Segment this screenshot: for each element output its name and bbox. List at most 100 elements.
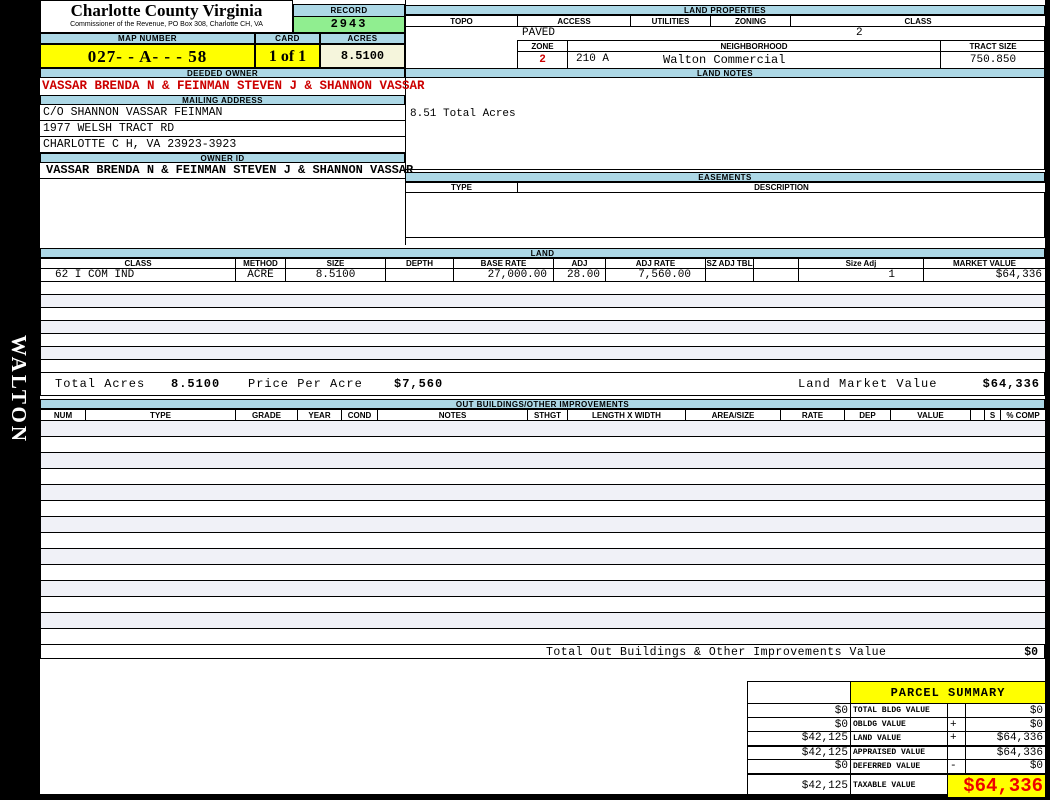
ps-op xyxy=(947,703,966,718)
card-label: CARD xyxy=(255,33,320,44)
land-cell-method: ACRE xyxy=(235,268,286,282)
land-col-adj-rate: ADJ RATE xyxy=(605,258,706,269)
ob-col-blank xyxy=(970,409,985,421)
map-number-label: MAP NUMBER xyxy=(40,33,255,44)
parcel-summary-title: PARCEL SUMMARY xyxy=(849,681,1047,704)
land-empty-row xyxy=(40,333,1046,347)
land-col-depth: DEPTH xyxy=(385,258,454,269)
acres-value: 8.5100 xyxy=(320,44,405,68)
land-cell-depth xyxy=(385,268,454,282)
ob-col-dep: DEP xyxy=(844,409,891,421)
record-label: RECORD xyxy=(293,4,405,17)
total-acres-label: Total Acres xyxy=(55,377,146,391)
ps-op: - xyxy=(947,759,966,774)
ps-value: $0 xyxy=(964,759,1047,774)
tract-size-value: 750.850 xyxy=(940,51,1046,69)
county-title: Charlotte County Virginia xyxy=(70,1,263,20)
ps-op: + xyxy=(947,731,966,746)
land-cell-adj: 28.00 xyxy=(553,268,606,282)
ps-prior: $42,125 xyxy=(747,731,851,746)
land-empty-row xyxy=(40,307,1046,321)
zone-neighborhood-table: ZONE NEIGHBORHOOD TRACT SIZE 2 210 A Wal… xyxy=(517,40,1046,69)
land-cell-class: 62 I COM IND xyxy=(40,268,236,282)
class-value: 2 xyxy=(856,27,863,39)
out-buildings-total-row: Total Out Buildings & Other Improvements… xyxy=(40,644,1045,659)
land-cell-market-value: $64,336 xyxy=(923,268,1046,282)
owner-id-label: OWNER ID xyxy=(40,153,405,163)
land-col-blank xyxy=(753,258,799,269)
easements-title: EASEMENTS xyxy=(405,172,1045,182)
land-col-sz-adj-tbl: SZ ADJ TBL xyxy=(705,258,754,269)
tract-size-label: TRACT SIZE xyxy=(940,40,1046,52)
neighborhood-code: 210 A xyxy=(576,53,610,65)
ps-value: $64,336 xyxy=(964,731,1047,746)
ps-op xyxy=(947,744,966,760)
ps-op: + xyxy=(947,717,966,732)
access-value: PAVED xyxy=(522,27,556,39)
record-card-page: Charlotte County Virginia Commissioner o… xyxy=(40,0,1047,798)
ps-prior: $0 xyxy=(747,759,851,774)
price-per-acre-value: $7,560 xyxy=(394,377,444,391)
ps-value: $64,336 xyxy=(964,744,1047,760)
zone-label: ZONE xyxy=(517,40,568,52)
out-buildings-title: OUT BUILDINGS/OTHER IMPROVEMENTS xyxy=(40,399,1045,409)
ps-prior: $0 xyxy=(747,717,851,732)
ob-empty-row xyxy=(40,612,1046,629)
ps-row-deferred: $0 DEFERRED VALUE - $0 xyxy=(747,759,1047,774)
utilities-header: UTILITIES xyxy=(630,15,711,27)
deeded-owner-value: VASSAR BRENDA N & FEINMAN STEVEN J & SHA… xyxy=(42,79,425,93)
ob-col-type: TYPE xyxy=(85,409,236,421)
land-table-title: LAND xyxy=(40,248,1045,258)
land-cell-sz-adj-tbl xyxy=(705,268,754,282)
land-market-value: $64,336 xyxy=(982,377,1040,391)
ob-empty-row xyxy=(40,516,1046,533)
ob-empty-row xyxy=(40,468,1046,485)
ps-prior: $0 xyxy=(747,703,851,718)
out-buildings-total-value: $0 xyxy=(1024,646,1038,659)
ps-label: TOTAL BLDG VALUE xyxy=(850,703,948,718)
easement-type-label: TYPE xyxy=(405,182,518,193)
ob-col-length-width: LENGTH X WIDTH xyxy=(567,409,686,421)
ps-label: LAND VALUE xyxy=(850,731,948,746)
zone-value: 2 xyxy=(517,51,568,69)
land-col-base-rate: BASE RATE xyxy=(453,258,554,269)
land-table: CLASS METHOD SIZE DEPTH BASE RATE ADJ AD… xyxy=(40,258,1046,373)
ps-row-appraised: $42,125 APPRAISED VALUE $64,336 xyxy=(747,744,1047,760)
ps-taxable-prior: $42,125 xyxy=(747,772,851,798)
ps-row-land: $42,125 LAND VALUE + $64,336 xyxy=(747,731,1047,746)
land-notes-title: LAND NOTES xyxy=(405,68,1045,78)
ob-empty-row xyxy=(40,532,1046,549)
land-cell-adj-rate: 7,560.00 xyxy=(605,268,706,282)
ob-col-sthgt: STHGT xyxy=(527,409,568,421)
ob-empty-row xyxy=(40,452,1046,469)
ps-label: APPRAISED VALUE xyxy=(850,744,948,760)
land-market-value-label: Land Market Value xyxy=(798,377,938,391)
land-col-method: METHOD xyxy=(235,258,286,269)
topo-header: TOPO xyxy=(405,15,518,27)
neighborhood-label: NEIGHBORHOOD xyxy=(567,40,941,52)
ob-col-rate: RATE xyxy=(780,409,845,421)
zoning-header: ZONING xyxy=(710,15,791,27)
deeded-owner-label: DEEDED OWNER xyxy=(40,68,405,78)
ps-blank-cell xyxy=(747,681,851,704)
ob-col-s: S xyxy=(984,409,1001,421)
out-buildings-total-label: Total Out Buildings & Other Improvements… xyxy=(546,646,887,659)
ob-empty-row xyxy=(40,500,1046,517)
land-col-size: SIZE xyxy=(285,258,386,269)
mailing-line-3: CHARLOTTE C H, VA 23923-3923 xyxy=(40,137,405,153)
sidebar-vertical-label: WALTON xyxy=(7,335,31,445)
ob-empty-row xyxy=(40,564,1046,581)
ob-empty-row xyxy=(40,548,1046,565)
ob-col-notes: NOTES xyxy=(377,409,528,421)
ps-label: OBLDG VALUE xyxy=(850,717,948,732)
ob-empty-row xyxy=(40,420,1046,437)
ps-row-total-bldg: $0 TOTAL BLDG VALUE $0 xyxy=(747,703,1047,718)
class-header: CLASS xyxy=(790,15,1046,27)
ps-row-obldg: $0 OBLDG VALUE + $0 xyxy=(747,717,1047,732)
land-totals-row: Total Acres 8.5100 Price Per Acre $7,560… xyxy=(40,372,1045,396)
ps-taxable-label: TAXABLE VALUE xyxy=(850,772,948,798)
land-col-size-adj: Size Adj xyxy=(798,258,924,269)
land-col-class: CLASS xyxy=(40,258,236,269)
card-value: 1 of 1 xyxy=(255,44,320,68)
land-empty-row xyxy=(40,320,1046,334)
